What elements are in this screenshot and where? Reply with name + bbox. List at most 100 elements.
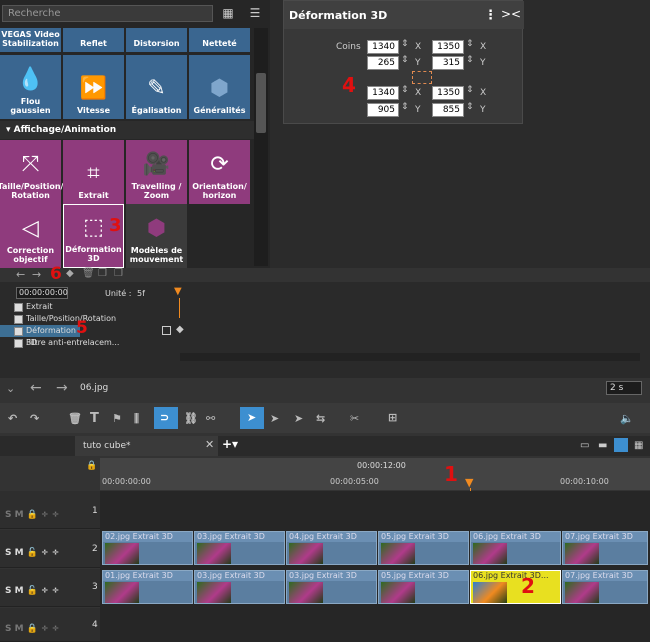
add-keyframe-icon[interactable]: ◆ xyxy=(66,268,74,279)
effect-extrait[interactable]: ⌗ Extrait xyxy=(63,140,124,204)
clip[interactable]: 02.jpg Extrait 3D xyxy=(102,531,193,565)
grid-view-icon[interactable]: ▦ xyxy=(219,5,237,21)
effect-travelling-zoom[interactable]: 🎥 Travelling / Zoom xyxy=(126,140,187,204)
bottom-right-x-field[interactable]: 1350 xyxy=(432,86,464,100)
effects-scrollbar[interactable] xyxy=(254,28,268,266)
checkbox[interactable] xyxy=(14,339,23,348)
lock-icon[interactable]: 🔒 xyxy=(86,461,97,471)
view-icon[interactable]: ▭ xyxy=(580,440,589,451)
collapse-chevron-icon[interactable]: ⌄ xyxy=(6,382,15,395)
keyframe-diamond-icon[interactable]: ◆ xyxy=(176,324,184,335)
stepper-icon[interactable]: ⇕ xyxy=(466,85,474,95)
more-menu-icon[interactable]: ⋮ xyxy=(484,8,497,23)
top-left-x-field[interactable]: 1340 xyxy=(367,40,399,54)
pointer-all-icon[interactable]: ➤ xyxy=(294,412,303,425)
view-icon[interactable]: ▦ xyxy=(634,440,643,451)
back-icon[interactable]: ← xyxy=(30,380,42,396)
bottom-left-x-field[interactable]: 1340 xyxy=(367,86,399,100)
keyframe-scrollbar[interactable] xyxy=(180,353,640,361)
checkbox[interactable] xyxy=(14,327,23,336)
effect-nettete[interactable]: Netteté xyxy=(189,28,250,52)
top-right-x-field[interactable]: 1350 xyxy=(432,40,464,54)
effect-vitesse[interactable]: ⏩ Vitesse xyxy=(63,55,124,119)
pointer-track-icon[interactable]: ➤ xyxy=(270,412,279,425)
copy-keyframe-icon[interactable]: ❐ xyxy=(98,268,107,279)
effect-taille-position[interactable]: ⤧ Taille/Position/ Rotation xyxy=(0,140,63,204)
checkbox[interactable] xyxy=(14,303,23,312)
track-controls[interactable]: S M 🔓 ÷ ÷ xyxy=(5,586,59,596)
duration-field[interactable]: 2 s xyxy=(606,381,642,395)
track-controls[interactable]: S M 🔒 ÷ ÷ xyxy=(5,624,59,634)
stepper-icon[interactable]: ⇕ xyxy=(401,85,409,95)
volume-icon[interactable]: 🔈 xyxy=(620,412,634,425)
unit-value[interactable]: 5f xyxy=(137,289,145,298)
next-keyframe-icon[interactable]: → xyxy=(32,268,41,281)
clip[interactable]: 06.jpg Extrait 3D xyxy=(470,531,561,565)
magnet-button[interactable]: ⊃ xyxy=(154,407,178,429)
pointer-button[interactable]: ➤ xyxy=(240,407,264,429)
tab-tuto-cube[interactable]: tuto cube* xyxy=(75,436,218,456)
kf-row-deformation[interactable]: Déformation 3D xyxy=(0,325,80,347)
forward-icon[interactable]: → xyxy=(56,380,68,396)
clip[interactable]: 07.jpg Extrait 3D xyxy=(562,570,648,604)
collapse-icon[interactable]: >< xyxy=(501,7,521,21)
effect-flou-gaussien[interactable]: 💧 Flou gaussien xyxy=(0,55,61,119)
clip[interactable]: 03.jpg Extrait 3D xyxy=(194,570,285,604)
clip[interactable]: 01.jpg Extrait 3D xyxy=(102,570,193,604)
clip-selected[interactable]: 06.jpg Extrait 3D... xyxy=(470,570,561,604)
list-view-icon[interactable]: ☰ xyxy=(246,5,264,21)
text-icon[interactable]: T xyxy=(90,411,99,426)
scroll-thumb[interactable] xyxy=(256,73,266,133)
stepper-icon[interactable]: ⇕ xyxy=(401,55,409,65)
effect-deformation-3d[interactable]: ⬚ Déformation 3D xyxy=(63,204,124,268)
split-icon[interactable]: ⫼ xyxy=(134,412,139,426)
effect-vegas-stabilization[interactable]: VEGAS Video Stabilization xyxy=(0,28,61,52)
view-active-button[interactable] xyxy=(614,438,628,452)
effect-egalisation[interactable]: ✎ Égalisation xyxy=(126,55,187,119)
effect-generalites[interactable]: ⬢ Généralités xyxy=(189,55,250,119)
top-left-y-field[interactable]: 265 xyxy=(367,56,399,70)
add-tab-icon[interactable]: +▾ xyxy=(222,437,238,451)
section-affichage-animation[interactable]: ▾ Affichage/Animation xyxy=(0,121,254,139)
stepper-icon[interactable]: ⇕ xyxy=(466,102,474,112)
paste-keyframe-icon[interactable]: ❐ xyxy=(114,268,123,279)
marker-flag-icon[interactable]: ⚑ xyxy=(112,412,122,425)
clip[interactable]: 07.jpg Extrait 3D xyxy=(562,531,648,565)
effect-reflet[interactable]: Reflet xyxy=(63,28,124,52)
unlink-icon[interactable]: ⚯ xyxy=(206,412,215,425)
clip[interactable]: 03.jpg Extrait 3D xyxy=(286,570,377,604)
timecode-field[interactable]: 00:00:00:00 xyxy=(16,287,68,299)
undo-icon[interactable]: ↶ xyxy=(8,412,17,425)
effect-correction-objectif[interactable]: ◁ Correction objectif xyxy=(0,204,61,268)
clip[interactable]: 04.jpg Extrait 3D xyxy=(286,531,377,565)
clip[interactable]: 03.jpg Extrait 3D xyxy=(194,531,285,565)
close-tab-icon[interactable]: ✕ xyxy=(205,438,214,451)
playhead-icon[interactable]: ▼ xyxy=(174,286,182,297)
stepper-icon[interactable]: ⇕ xyxy=(466,39,474,49)
track-controls[interactable]: S M 🔒 ÷ ÷ xyxy=(5,510,59,520)
bottom-left-y-field[interactable]: 905 xyxy=(367,103,399,117)
prev-keyframe-icon[interactable]: ← xyxy=(16,268,25,281)
effect-modeles-mouvement[interactable]: ⬢ Modèles de mouvement xyxy=(126,204,187,268)
track-controls[interactable]: S M 🔓 ÷ ÷ xyxy=(5,548,59,558)
top-right-y-field[interactable]: 315 xyxy=(432,56,464,70)
link-icon[interactable]: ⛓ xyxy=(184,412,198,425)
delete-icon[interactable]: 🗑 xyxy=(68,412,82,425)
insert-icon[interactable]: ⊞ xyxy=(388,411,397,424)
scissors-icon[interactable]: ✂ xyxy=(350,412,359,425)
checkbox[interactable] xyxy=(14,315,23,324)
clip[interactable]: 05.jpg Extrait 3D xyxy=(378,570,469,604)
bottom-right-y-field[interactable]: 855 xyxy=(432,103,464,117)
delete-keyframe-icon[interactable]: 🗑 xyxy=(82,268,95,279)
clip[interactable]: 05.jpg Extrait 3D xyxy=(378,531,469,565)
stepper-icon[interactable]: ⇕ xyxy=(401,102,409,112)
redo-icon[interactable]: ↷ xyxy=(30,412,39,425)
keyframe-toggle[interactable] xyxy=(162,326,171,335)
effect-distorsion[interactable]: Distorsion xyxy=(126,28,187,52)
stepper-icon[interactable]: ⇕ xyxy=(466,55,474,65)
effects-search-input[interactable]: Recherche xyxy=(2,5,213,22)
view-icon[interactable]: ▬ xyxy=(598,440,607,451)
stretch-icon[interactable]: ⇆ xyxy=(316,412,325,425)
stepper-icon[interactable]: ⇕ xyxy=(401,39,409,49)
effect-orientation[interactable]: ⟳ Orientation/ horizon xyxy=(189,140,250,204)
